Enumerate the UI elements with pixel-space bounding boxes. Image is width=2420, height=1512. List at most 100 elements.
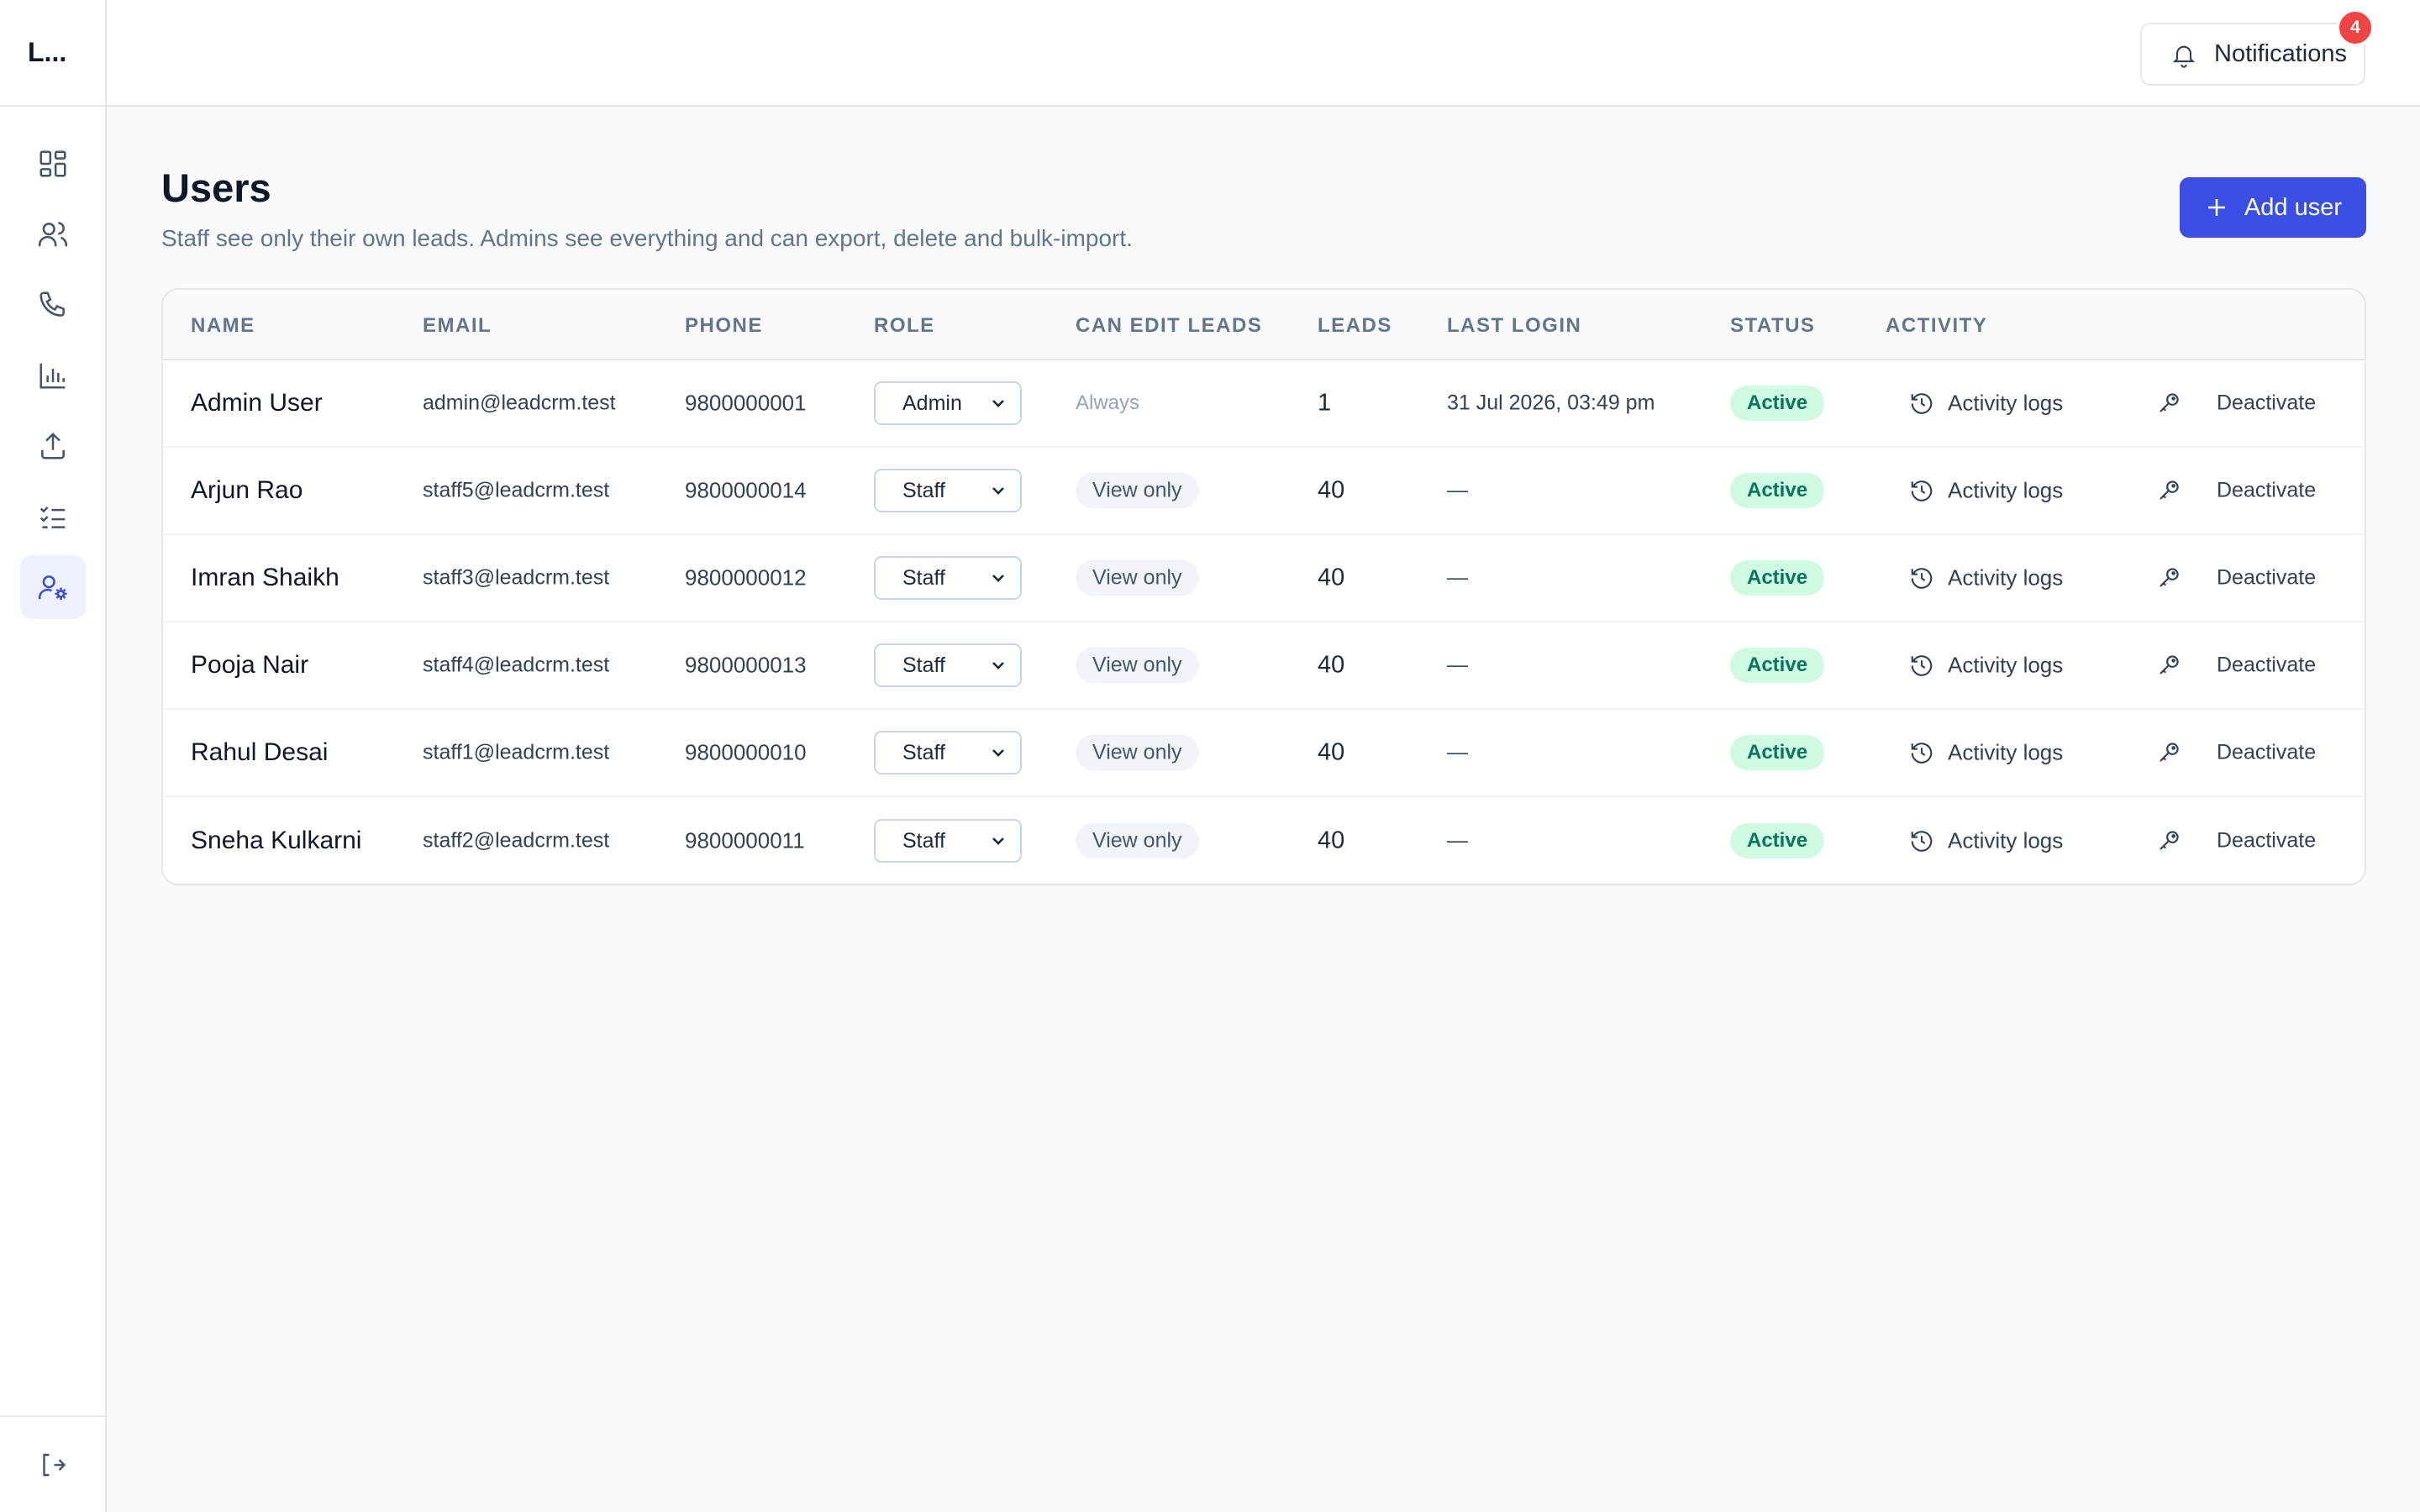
role-value: Staff bbox=[902, 653, 945, 677]
last-login: — bbox=[1447, 478, 1468, 502]
activity-logs-label: Activity logs bbox=[1948, 477, 2064, 503]
role-value: Staff bbox=[902, 740, 945, 764]
role-value: Admin bbox=[902, 391, 962, 415]
notifications-button[interactable]: Notifications 4 bbox=[2140, 9, 2374, 86]
role-cell: Staff bbox=[874, 556, 1022, 600]
key-icon bbox=[2160, 568, 2179, 587]
last-login: — bbox=[1447, 653, 1468, 677]
key-icon bbox=[2160, 655, 2179, 675]
table-row: Sneha Kulkarni staff2@leadcrm.test 98000… bbox=[163, 797, 2365, 884]
user-name: Sneha Kulkarni bbox=[191, 827, 362, 854]
user-email: staff4@leadcrm.test bbox=[423, 653, 610, 677]
role-cell: Staff bbox=[874, 469, 1022, 512]
reset-password-button[interactable] bbox=[2145, 817, 2192, 864]
column-header-role: ROLE bbox=[874, 314, 935, 337]
brand-logo[interactable]: L... bbox=[0, 0, 105, 107]
column-header-email: EMAIL bbox=[423, 314, 492, 337]
user-phone: 9800000013 bbox=[685, 652, 807, 678]
user-name: Imran Shaikh bbox=[191, 564, 339, 591]
role-select[interactable]: Admin bbox=[874, 381, 1022, 425]
sidebar: L... bbox=[0, 0, 107, 1512]
sidebar-item-reports[interactable] bbox=[20, 344, 86, 407]
can-edit-cell: View only bbox=[1076, 822, 1199, 859]
status-cell: Active bbox=[1730, 473, 1825, 508]
table-row: Imran Shaikh staff3@leadcrm.test 9800000… bbox=[163, 535, 2365, 622]
can-edit-value: View only bbox=[1076, 822, 1199, 859]
activity-logs-button[interactable]: Activity logs bbox=[1897, 559, 2075, 598]
bell-icon bbox=[2172, 45, 2196, 68]
reset-password-button[interactable] bbox=[2145, 554, 2192, 601]
history-icon bbox=[1911, 567, 1933, 589]
role-select[interactable]: Staff bbox=[874, 469, 1022, 512]
add-user-button[interactable]: Add user bbox=[2180, 177, 2366, 238]
leads-count: 40 bbox=[1318, 827, 1345, 854]
role-select[interactable]: Staff bbox=[874, 731, 1022, 774]
history-icon bbox=[1911, 480, 1933, 501]
logout-button[interactable] bbox=[0, 1415, 105, 1512]
column-header-name: NAME bbox=[191, 314, 255, 337]
user-email: staff5@leadcrm.test bbox=[423, 478, 610, 502]
users-icon bbox=[38, 222, 68, 247]
bar-chart-icon bbox=[39, 363, 66, 389]
sidebar-nav bbox=[0, 107, 105, 619]
activity-logs-button[interactable]: Activity logs bbox=[1897, 471, 2075, 511]
status-cell: Active bbox=[1730, 735, 1825, 770]
column-header-status: STATUS bbox=[1730, 314, 1816, 337]
sidebar-item-leads[interactable] bbox=[20, 202, 86, 266]
notifications-count-badge: 4 bbox=[2337, 9, 2374, 46]
column-header-can-edit: CAN EDIT LEADS bbox=[1076, 314, 1263, 337]
role-cell: Admin bbox=[874, 381, 1022, 425]
role-select[interactable]: Staff bbox=[874, 819, 1022, 863]
role-value: Staff bbox=[902, 828, 945, 853]
topbar: Notifications 4 bbox=[107, 0, 2420, 107]
deactivate-button[interactable]: Deactivate bbox=[2207, 385, 2326, 423]
last-login: — bbox=[1447, 740, 1468, 764]
leads-count: 40 bbox=[1318, 564, 1345, 591]
sidebar-item-tasks[interactable] bbox=[20, 485, 86, 549]
activity-logs-label: Activity logs bbox=[1948, 739, 2064, 765]
table-row: Pooja Nair staff4@leadcrm.test 980000001… bbox=[163, 622, 2365, 710]
reset-password-button[interactable] bbox=[2145, 642, 2192, 689]
reset-password-button[interactable] bbox=[2145, 467, 2192, 514]
chevron-down-icon bbox=[992, 400, 1004, 407]
deactivate-button[interactable]: Deactivate bbox=[2207, 734, 2326, 772]
role-cell: Staff bbox=[874, 731, 1022, 774]
leads-count: 40 bbox=[1318, 651, 1345, 679]
role-select[interactable]: Staff bbox=[874, 643, 1022, 687]
history-icon bbox=[1911, 392, 1933, 414]
can-edit-cell: View only bbox=[1076, 472, 1199, 509]
can-edit-value: View only bbox=[1076, 559, 1199, 596]
dashboard-icon bbox=[39, 150, 66, 177]
can-edit-value: View only bbox=[1076, 647, 1199, 684]
last-login: — bbox=[1447, 565, 1468, 590]
status-badge: Active bbox=[1730, 473, 1825, 508]
leads-count: 40 bbox=[1318, 738, 1345, 766]
role-value: Staff bbox=[902, 565, 945, 590]
chevron-down-icon bbox=[992, 662, 1004, 669]
page-subtitle: Staff see only their own leads. Admins s… bbox=[161, 225, 1133, 251]
deactivate-button[interactable]: Deactivate bbox=[2207, 472, 2326, 510]
role-select[interactable]: Staff bbox=[874, 556, 1022, 600]
status-cell: Active bbox=[1730, 386, 1825, 421]
reset-password-button[interactable] bbox=[2145, 729, 2192, 776]
activity-logs-button[interactable]: Activity logs bbox=[1897, 646, 2075, 685]
role-cell: Staff bbox=[874, 819, 1022, 863]
sidebar-item-dashboard[interactable] bbox=[20, 132, 86, 196]
deactivate-button[interactable]: Deactivate bbox=[2207, 822, 2326, 860]
reset-password-button[interactable] bbox=[2145, 380, 2192, 427]
chevron-down-icon bbox=[992, 749, 1004, 757]
notifications-label: Notifications bbox=[2214, 40, 2347, 67]
can-edit-value: Always bbox=[1076, 391, 1140, 414]
sidebar-item-users[interactable] bbox=[20, 555, 86, 619]
add-user-label: Add user bbox=[2244, 193, 2343, 221]
leads-count: 1 bbox=[1318, 389, 1332, 417]
activity-logs-button[interactable]: Activity logs bbox=[1897, 733, 2075, 773]
deactivate-button[interactable]: Deactivate bbox=[2207, 559, 2326, 597]
deactivate-button[interactable]: Deactivate bbox=[2207, 647, 2326, 685]
page-title: Users bbox=[161, 165, 271, 210]
sidebar-item-calls[interactable] bbox=[20, 273, 86, 337]
activity-logs-button[interactable]: Activity logs bbox=[1897, 822, 2075, 861]
activity-logs-button[interactable]: Activity logs bbox=[1897, 384, 2075, 423]
sidebar-item-import[interactable] bbox=[20, 414, 86, 478]
history-icon bbox=[1911, 830, 1933, 852]
